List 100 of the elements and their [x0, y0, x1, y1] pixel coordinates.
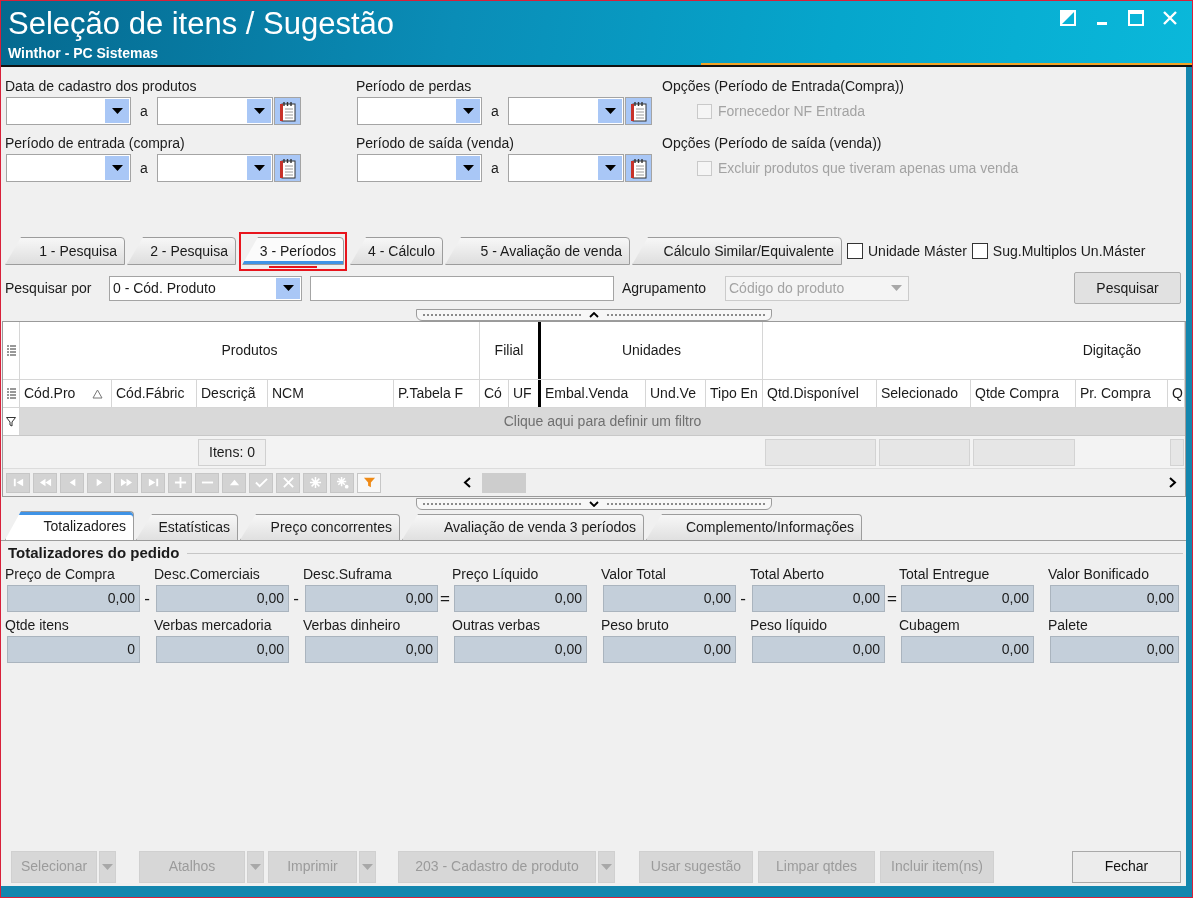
notepad-icon	[279, 100, 296, 122]
caret-down-icon	[462, 165, 474, 171]
group-title: Totalizadores do pedido	[8, 542, 180, 563]
date-picker-button[interactable]	[625, 154, 652, 182]
tab[interactable]: 5 - Avaliação de venda	[445, 237, 630, 265]
date-picker-button[interactable]	[274, 154, 301, 182]
total-field[interactable]: 0,00	[901, 636, 1034, 663]
date-field[interactable]	[357, 154, 482, 182]
search-type-select[interactable]: 0 - Cód. Produto	[109, 275, 302, 301]
total-field[interactable]: 0,00	[752, 585, 885, 612]
half-filled-square-icon[interactable]	[1060, 10, 1076, 26]
total-field[interactable]: 0,00	[305, 636, 438, 663]
column-header[interactable]: Cód.Fábric	[112, 380, 197, 407]
total-field[interactable]: 0,00	[7, 585, 140, 612]
plus-icon	[173, 476, 187, 489]
checkbox-label[interactable]: Sug.Multiplos Un.Máster	[992, 240, 1146, 262]
tab[interactable]: Cálculo Similar/Equivalente	[632, 237, 842, 265]
dropdown-button[interactable]	[276, 277, 300, 299]
field-label: Desc.Suframa	[303, 566, 393, 582]
total-field[interactable]: 0,00	[305, 585, 438, 612]
list-icon[interactable]	[6, 388, 16, 399]
dropdown-button[interactable]	[105, 99, 129, 123]
total-field[interactable]: 0,00	[1050, 636, 1179, 663]
operator-sign: -	[292, 588, 300, 609]
filter-icon[interactable]	[6, 416, 16, 427]
column-header[interactable]: Q	[1168, 380, 1185, 407]
maximize-icon[interactable]	[1128, 10, 1144, 26]
field-label: Período de perdas	[356, 78, 473, 94]
caret-down-icon	[111, 165, 123, 171]
scrollbar-thumb[interactable]	[482, 472, 526, 493]
column-header[interactable]: Und.Ve	[646, 380, 706, 407]
cross-icon	[281, 476, 295, 489]
field-label: Peso líquido	[750, 617, 829, 633]
column-header[interactable]: Embal.Venda	[541, 380, 646, 407]
tab[interactable]: Totalizadores	[5, 511, 134, 540]
summary-cell	[1170, 438, 1184, 466]
date-field[interactable]	[357, 97, 482, 125]
tab[interactable]: Preço concorrentes	[240, 514, 400, 540]
field-label: Total Aberto	[750, 566, 825, 582]
navigator-button[interactable]	[357, 472, 381, 493]
column-header[interactable]: Selecionado	[877, 380, 971, 407]
search-field[interactable]	[310, 275, 614, 301]
dropdown-button[interactable]	[598, 99, 622, 123]
total-field[interactable]: 0,00	[901, 585, 1034, 612]
splitter-handle[interactable]	[416, 309, 772, 321]
column-header[interactable]: NCM	[268, 380, 394, 407]
dropdown-button[interactable]	[247, 99, 271, 123]
date-picker-button[interactable]	[625, 97, 652, 125]
group-title: Opções (Período de Entrada(Compra))	[662, 78, 905, 94]
tab[interactable]: Complemento/Informações	[646, 514, 862, 540]
tab[interactable]: Avaliação de venda 3 períodos	[402, 514, 644, 540]
total-field[interactable]: 0,00	[603, 636, 736, 663]
splitter-handle[interactable]	[416, 498, 772, 510]
date-field[interactable]	[157, 154, 273, 182]
total-field[interactable]: 0,00	[603, 585, 736, 612]
field-label: Preço Líquido	[452, 566, 540, 582]
check-icon	[254, 476, 268, 489]
field-label: Data de cadastro dos produtos	[5, 78, 198, 94]
total-field[interactable]: 0,00	[156, 585, 289, 612]
total-field[interactable]: 0,00	[454, 585, 587, 612]
tab[interactable]: 1 - Pesquisa	[5, 237, 125, 265]
date-picker-button[interactable]	[274, 97, 301, 125]
caret-down-icon	[253, 165, 265, 171]
total-field[interactable]: 0,00	[1050, 585, 1179, 612]
dropdown-button[interactable]	[456, 99, 480, 123]
checkbox-label[interactable]: Unidade Máster	[868, 240, 967, 262]
column-header[interactable]: P.Tabela F	[394, 380, 480, 407]
footer-button[interactable]: Fechar	[1072, 850, 1181, 883]
window-title: Seleção de itens / Sugestão	[8, 6, 395, 42]
total-field[interactable]: 0,00	[156, 636, 289, 663]
tab[interactable]: 4 - Cálculo	[350, 237, 443, 265]
tab[interactable]: Estatísticas	[136, 514, 238, 540]
date-field[interactable]	[6, 154, 131, 182]
close-icon[interactable]	[1162, 10, 1178, 26]
field-label: Total Entregue	[899, 566, 991, 582]
tab[interactable]: 3 - Períodos	[242, 237, 344, 265]
date-field[interactable]	[508, 154, 624, 182]
total-field[interactable]: 0,00	[752, 636, 885, 663]
chevron-right-icon	[1169, 477, 1177, 488]
column-header[interactable]: Qtd.Disponível	[763, 380, 877, 407]
checkbox[interactable]	[971, 243, 988, 259]
date-field[interactable]	[6, 97, 131, 125]
column-header[interactable]: Qtde Compra	[971, 380, 1076, 407]
column-header[interactable]: Cód.Pro	[20, 380, 112, 407]
dropdown-button[interactable]	[598, 156, 622, 180]
search-button[interactable]: Pesquisar	[1074, 272, 1181, 304]
tab[interactable]: 2 - Pesquisa	[127, 237, 236, 265]
column-header[interactable]: Có	[480, 380, 509, 407]
date-field[interactable]	[508, 97, 624, 125]
dropdown-button[interactable]	[456, 156, 480, 180]
dropdown-button[interactable]	[105, 156, 129, 180]
total-field[interactable]: 0	[7, 636, 140, 663]
total-field[interactable]: 0,00	[454, 636, 587, 663]
date-field[interactable]	[157, 97, 273, 125]
checkbox[interactable]	[847, 243, 863, 259]
column-header[interactable]: Pr. Compra	[1076, 380, 1168, 407]
dropdown-button[interactable]	[247, 156, 271, 180]
column-header[interactable]: Descriçã	[197, 380, 268, 407]
column-header[interactable]: Tipo En	[706, 380, 763, 407]
list-icon[interactable]	[6, 345, 16, 356]
